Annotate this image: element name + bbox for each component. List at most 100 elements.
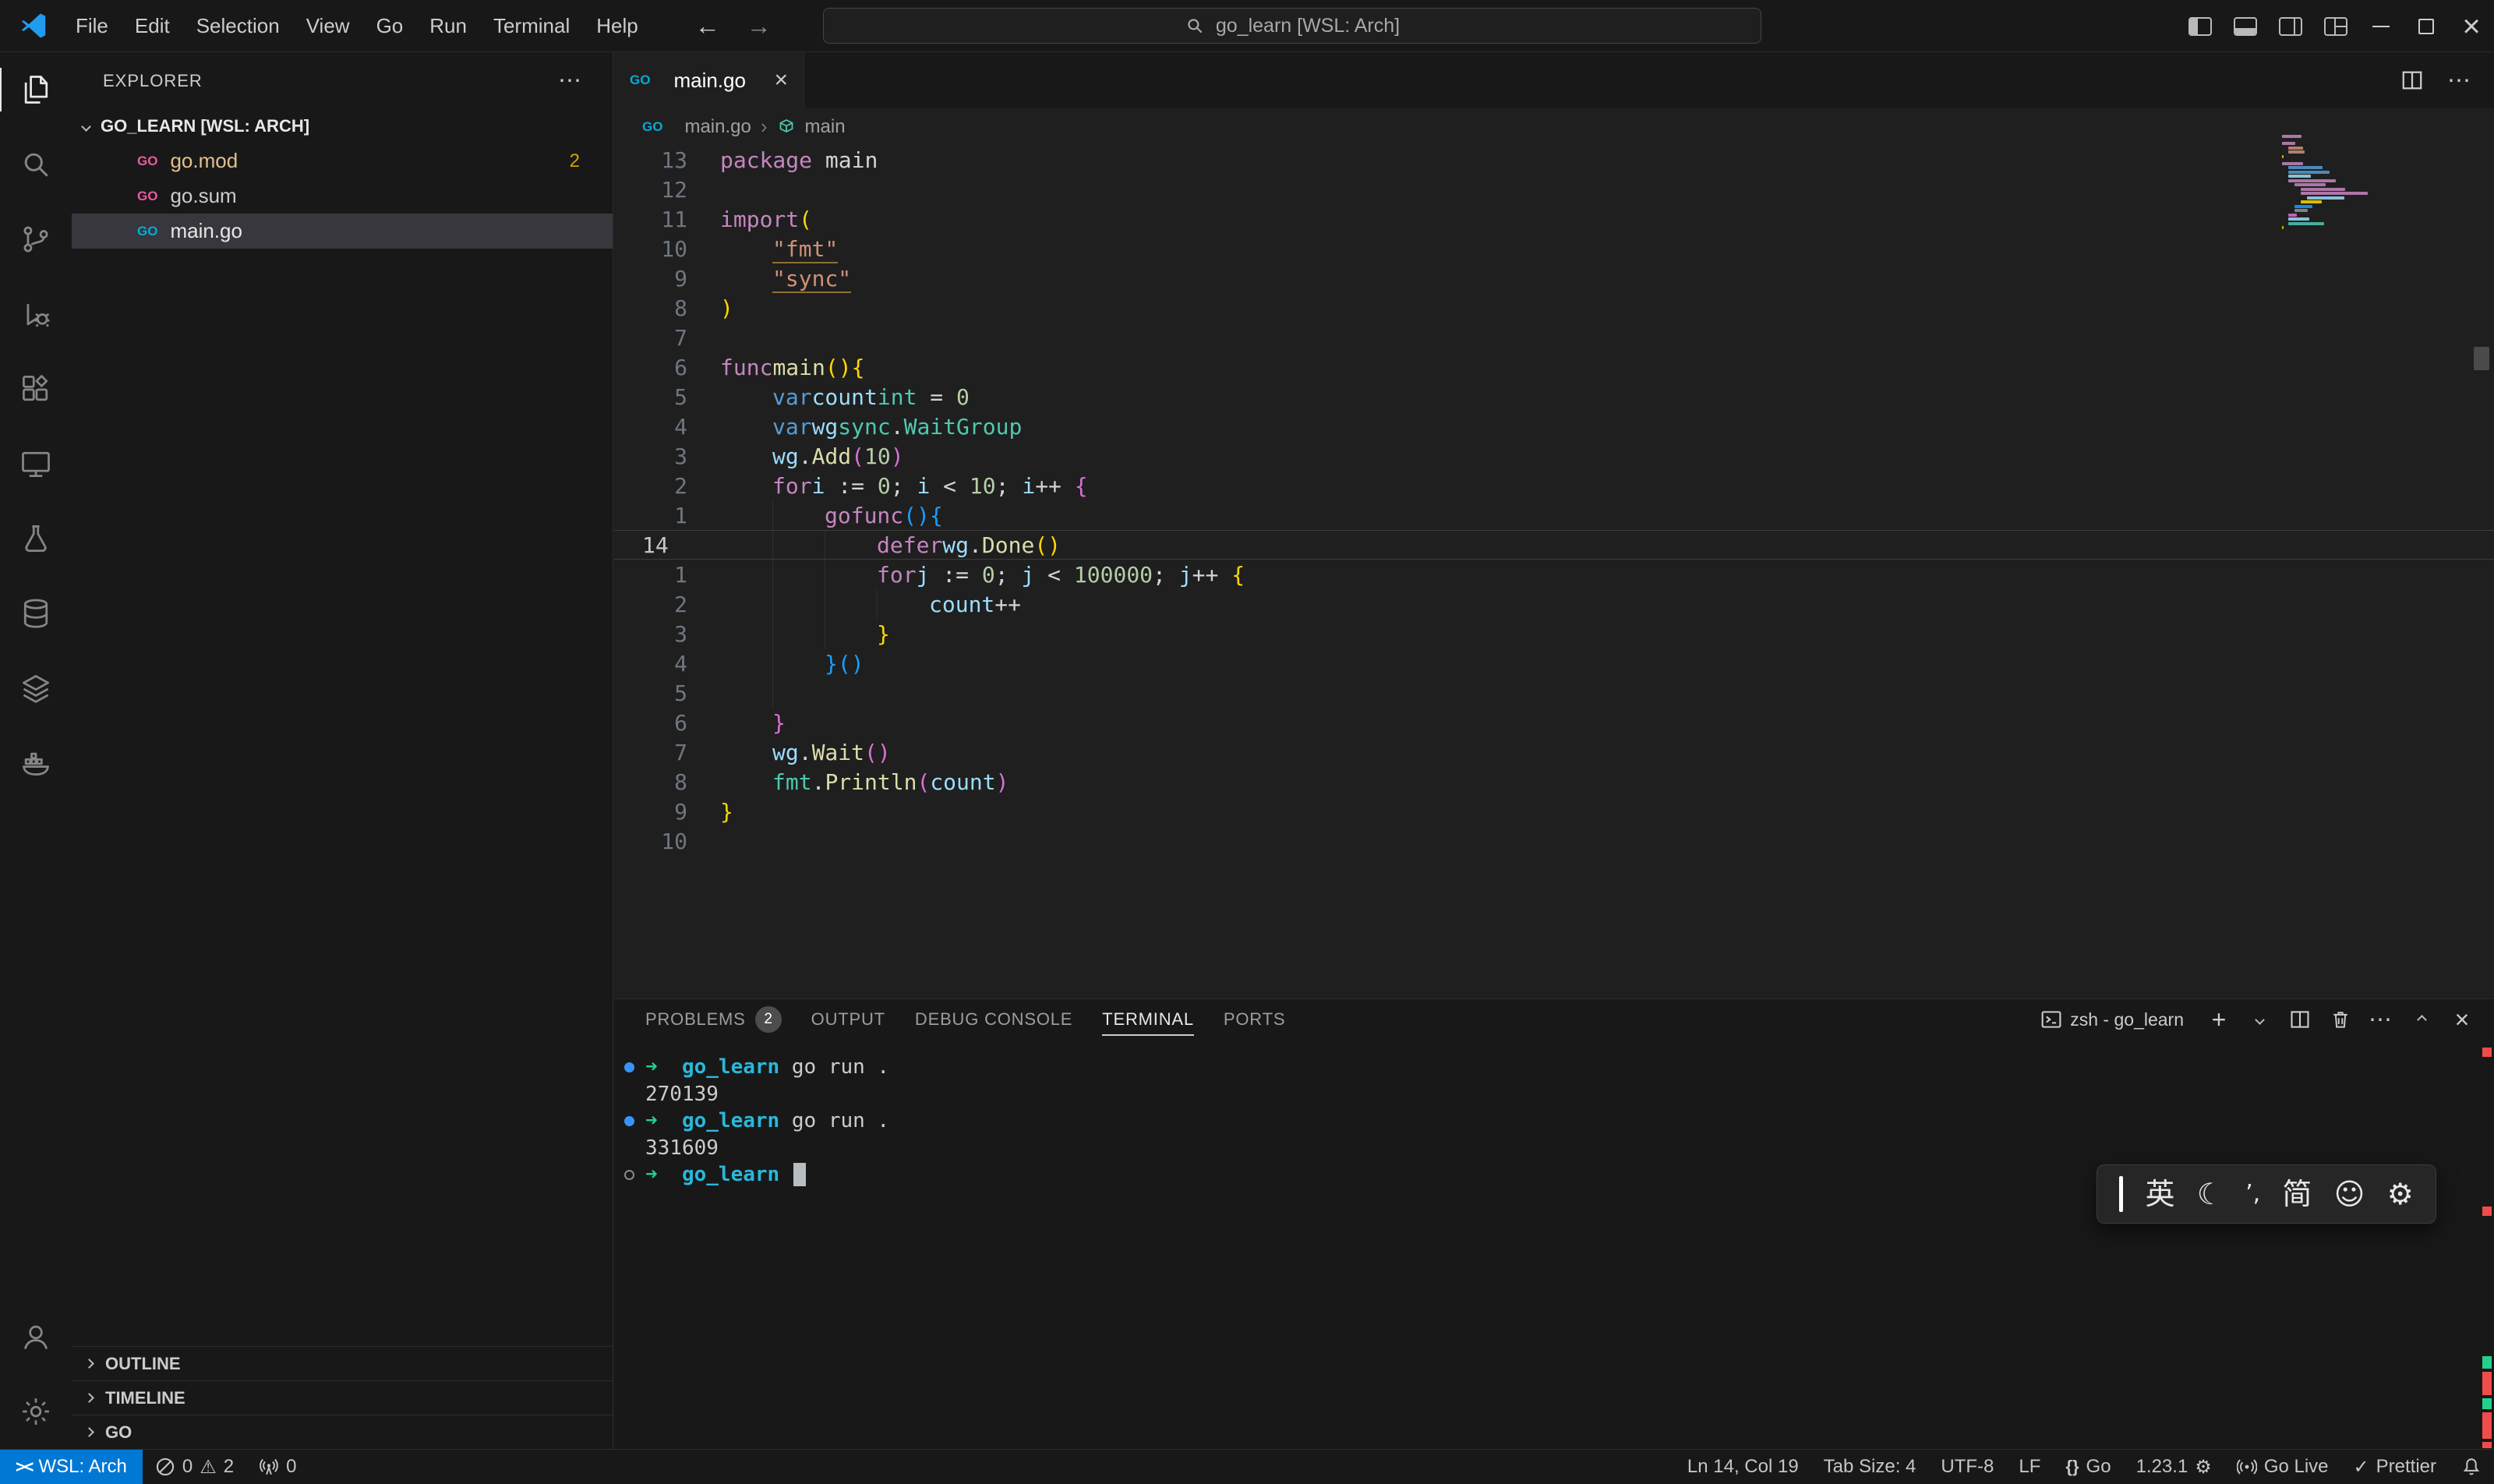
- close-window-button[interactable]: ×: [2449, 0, 2494, 52]
- panel-tab-problems[interactable]: PROBLEMS2: [645, 999, 782, 1040]
- sidebar-item-layers[interactable]: [0, 651, 72, 726]
- back-arrow-icon[interactable]: ←: [695, 12, 720, 41]
- code-line[interactable]: 2for i := 0; i < 10; i++ {: [614, 471, 2494, 500]
- terminal-line[interactable]: 331609: [614, 1135, 2494, 1162]
- ports-status[interactable]: 0: [246, 1450, 309, 1484]
- menu-go[interactable]: Go: [363, 0, 417, 51]
- sidebar-item-extensions[interactable]: [0, 352, 72, 426]
- toggle-panel-button[interactable]: [2223, 0, 2268, 52]
- code-line[interactable]: 6func main() {: [614, 352, 2494, 382]
- code-line[interactable]: 11import (: [614, 204, 2494, 234]
- code-line[interactable]: 14defer wg.Done(): [614, 530, 2494, 560]
- code-line[interactable]: 5: [614, 678, 2494, 708]
- prettier-status[interactable]: ✓Prettier: [2341, 1450, 2449, 1484]
- file-row-go-mod[interactable]: GOgo.mod2: [72, 143, 613, 178]
- panel-tab-terminal[interactable]: TERMINAL: [1102, 999, 1194, 1040]
- encoding[interactable]: UTF-8: [1928, 1450, 2006, 1484]
- indentation[interactable]: Tab Size: 4: [1811, 1450, 1929, 1484]
- menu-help[interactable]: Help: [583, 0, 651, 51]
- tab-main-go[interactable]: GO main.go ×: [614, 52, 804, 108]
- settings-button[interactable]: [0, 1374, 72, 1449]
- code-line[interactable]: 1go func() {: [614, 500, 2494, 530]
- sidebar-item-search[interactable]: [0, 127, 72, 202]
- notifications-bell[interactable]: [2449, 1450, 2494, 1484]
- code-line[interactable]: 4}(): [614, 648, 2494, 678]
- code-editor[interactable]: 13package main1211import (10"fmt"9"sync"…: [614, 145, 2494, 856]
- ime-emoji-icon[interactable]: ☺: [2334, 1179, 2365, 1209]
- problems-status[interactable]: 0⚠2: [143, 1450, 246, 1484]
- ime-english-mode[interactable]: 英: [2146, 1179, 2175, 1209]
- terminal-instance-label[interactable]: zsh - go_learn: [2040, 1009, 2184, 1030]
- ime-settings-icon[interactable]: ⚙: [2387, 1179, 2414, 1209]
- terminal-line[interactable]: ➜ go_learn go run .: [614, 1108, 2494, 1135]
- forward-arrow-icon[interactable]: →: [747, 12, 772, 41]
- ime-punctuation-icon[interactable]: ’,: [2245, 1182, 2260, 1206]
- maximize-button[interactable]: [2404, 0, 2449, 52]
- sidebar-item-run-and-debug[interactable]: [0, 277, 72, 352]
- code-line[interactable]: 3}: [614, 619, 2494, 648]
- terminal-line[interactable]: ➜ go_learn go run .: [614, 1054, 2494, 1081]
- panel-tab-debug-console[interactable]: DEBUG CONSOLE: [915, 999, 1072, 1040]
- sidebar-item-docker[interactable]: [0, 726, 72, 800]
- sidebar-item-source-control[interactable]: [0, 202, 72, 277]
- go-live[interactable]: Go Live: [2224, 1450, 2341, 1484]
- cursor-position[interactable]: Ln 14, Col 19: [1675, 1450, 1811, 1484]
- panel-tab-output[interactable]: OUTPUT: [811, 999, 885, 1040]
- scrollbar-thumb[interactable]: [2474, 347, 2489, 370]
- breadcrumb-symbol[interactable]: main: [805, 116, 846, 138]
- menu-selection[interactable]: Selection: [183, 0, 293, 51]
- maximize-panel-button[interactable]: [2404, 1002, 2439, 1037]
- code-line[interactable]: 6}: [614, 708, 2494, 737]
- eol-indicator[interactable]: LF: [2006, 1450, 2053, 1484]
- code-line[interactable]: 7: [614, 323, 2494, 352]
- code-line[interactable]: 8): [614, 293, 2494, 323]
- workspace-root-row[interactable]: GO_LEARN [WSL: ARCH]: [72, 109, 613, 143]
- file-row-go-sum[interactable]: GOgo.sum: [72, 178, 613, 214]
- sidebar-item-testing[interactable]: [0, 501, 72, 576]
- toggle-secondary-sidebar-button[interactable]: [2268, 0, 2313, 52]
- menu-run[interactable]: Run: [416, 0, 480, 51]
- code-line[interactable]: 9"sync": [614, 263, 2494, 293]
- terminal-dropdown-button[interactable]: [2241, 1002, 2277, 1037]
- split-terminal-button[interactable]: [2282, 1002, 2318, 1037]
- more-actions-icon[interactable]: ⋯: [2447, 67, 2472, 94]
- file-row-main-go[interactable]: GOmain.go: [72, 214, 613, 249]
- language-mode[interactable]: {}Go: [2053, 1450, 2123, 1484]
- code-line[interactable]: 1for j := 0; j < 100000; j++ {: [614, 560, 2494, 589]
- code-line[interactable]: 8fmt.Println(count): [614, 767, 2494, 797]
- menu-terminal[interactable]: Terminal: [480, 0, 583, 51]
- terminal-line[interactable]: 270139: [614, 1081, 2494, 1108]
- sidebar-item-remote-explorer[interactable]: [0, 426, 72, 501]
- close-icon[interactable]: ×: [774, 67, 788, 94]
- code-line[interactable]: 10: [614, 826, 2494, 856]
- code-line[interactable]: 9}: [614, 797, 2494, 826]
- sidebar-item-explorer[interactable]: [0, 52, 72, 127]
- close-panel-button[interactable]: ×: [2444, 1002, 2480, 1037]
- code-line[interactable]: 7wg.Wait(): [614, 737, 2494, 767]
- section-go[interactable]: GO: [72, 1415, 613, 1449]
- code-line[interactable]: 4var wg sync.WaitGroup: [614, 412, 2494, 441]
- code-line[interactable]: 5var count int = 0: [614, 382, 2494, 412]
- go-version[interactable]: 1.23.1⚙: [2124, 1450, 2224, 1484]
- ime-moon-icon[interactable]: ☾: [2197, 1179, 2224, 1209]
- sidebar-item-database[interactable]: [0, 576, 72, 651]
- kill-terminal-button[interactable]: [2323, 1002, 2358, 1037]
- panel-tab-ports[interactable]: PORTS: [1224, 999, 1285, 1040]
- remote-indicator[interactable]: ><WSL: Arch: [0, 1450, 143, 1484]
- section-outline[interactable]: OUTLINE: [72, 1346, 613, 1380]
- breadcrumb-file[interactable]: main.go: [684, 116, 751, 138]
- ime-simplified-chinese[interactable]: 简: [2282, 1179, 2312, 1209]
- menu-edit[interactable]: Edit: [122, 0, 183, 51]
- customize-layout-button[interactable]: [2313, 0, 2358, 52]
- toggle-sidebar-button[interactable]: [2178, 0, 2223, 52]
- code-line[interactable]: 2count++: [614, 589, 2494, 619]
- section-timeline[interactable]: TIMELINE: [72, 1380, 613, 1415]
- code-line[interactable]: 10"fmt": [614, 234, 2494, 263]
- minimap[interactable]: [2282, 135, 2385, 233]
- menu-file[interactable]: File: [62, 0, 122, 51]
- code-line[interactable]: 12: [614, 175, 2494, 204]
- minimize-button[interactable]: [2358, 0, 2404, 52]
- accounts-button[interactable]: [0, 1299, 72, 1374]
- code-line[interactable]: 3wg.Add(10): [614, 441, 2494, 471]
- new-terminal-button[interactable]: +: [2201, 1002, 2237, 1037]
